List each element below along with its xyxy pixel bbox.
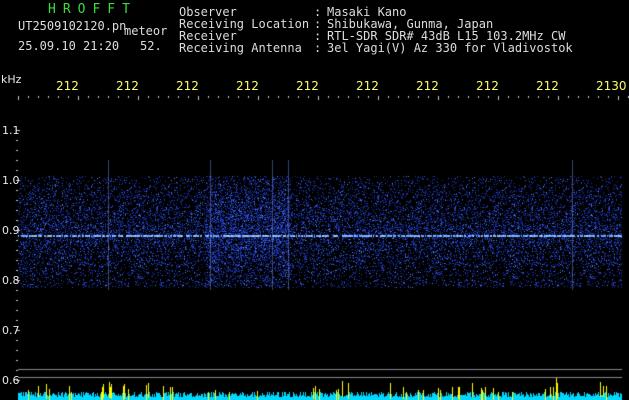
file-tag: meteor	[124, 24, 168, 38]
y-tick-label: 0.7	[2, 324, 20, 337]
x-tick-label: 212	[356, 79, 379, 93]
x-tick-label: 212	[176, 79, 199, 93]
count: 52.	[140, 39, 162, 53]
spectrogram-canvas	[0, 0, 629, 400]
x-tick-label: 2130	[596, 79, 627, 93]
y-tick-label: 0.6	[2, 374, 20, 387]
x-tick-label: 212	[476, 79, 499, 93]
y-tick-label: 1.1	[2, 124, 20, 137]
x-tick-label: 212	[536, 79, 559, 93]
x-tick-label: 212	[416, 79, 439, 93]
app-title: HROFFT	[48, 2, 137, 17]
info-sep-antenna: :	[314, 41, 322, 55]
x-tick-label: 212	[56, 79, 79, 93]
x-tick-label: 212	[236, 79, 259, 93]
x-tick-label: 212	[116, 79, 139, 93]
y-tick-label: 1.0	[2, 174, 20, 187]
y-axis-unit: kHz	[1, 73, 22, 86]
file-name: UT2509102120.pn	[18, 19, 127, 33]
y-tick-label: 0.9	[2, 224, 20, 237]
info-label-antenna: Receiving Antenna	[179, 41, 302, 55]
y-tick-label: 0.8	[2, 274, 20, 287]
x-tick-label: 212	[296, 79, 319, 93]
timestamp: 25.09.10 21:20	[18, 39, 120, 53]
info-value-antenna: 3el Yagi(V) Az 330 for Vladivostok	[327, 41, 573, 55]
